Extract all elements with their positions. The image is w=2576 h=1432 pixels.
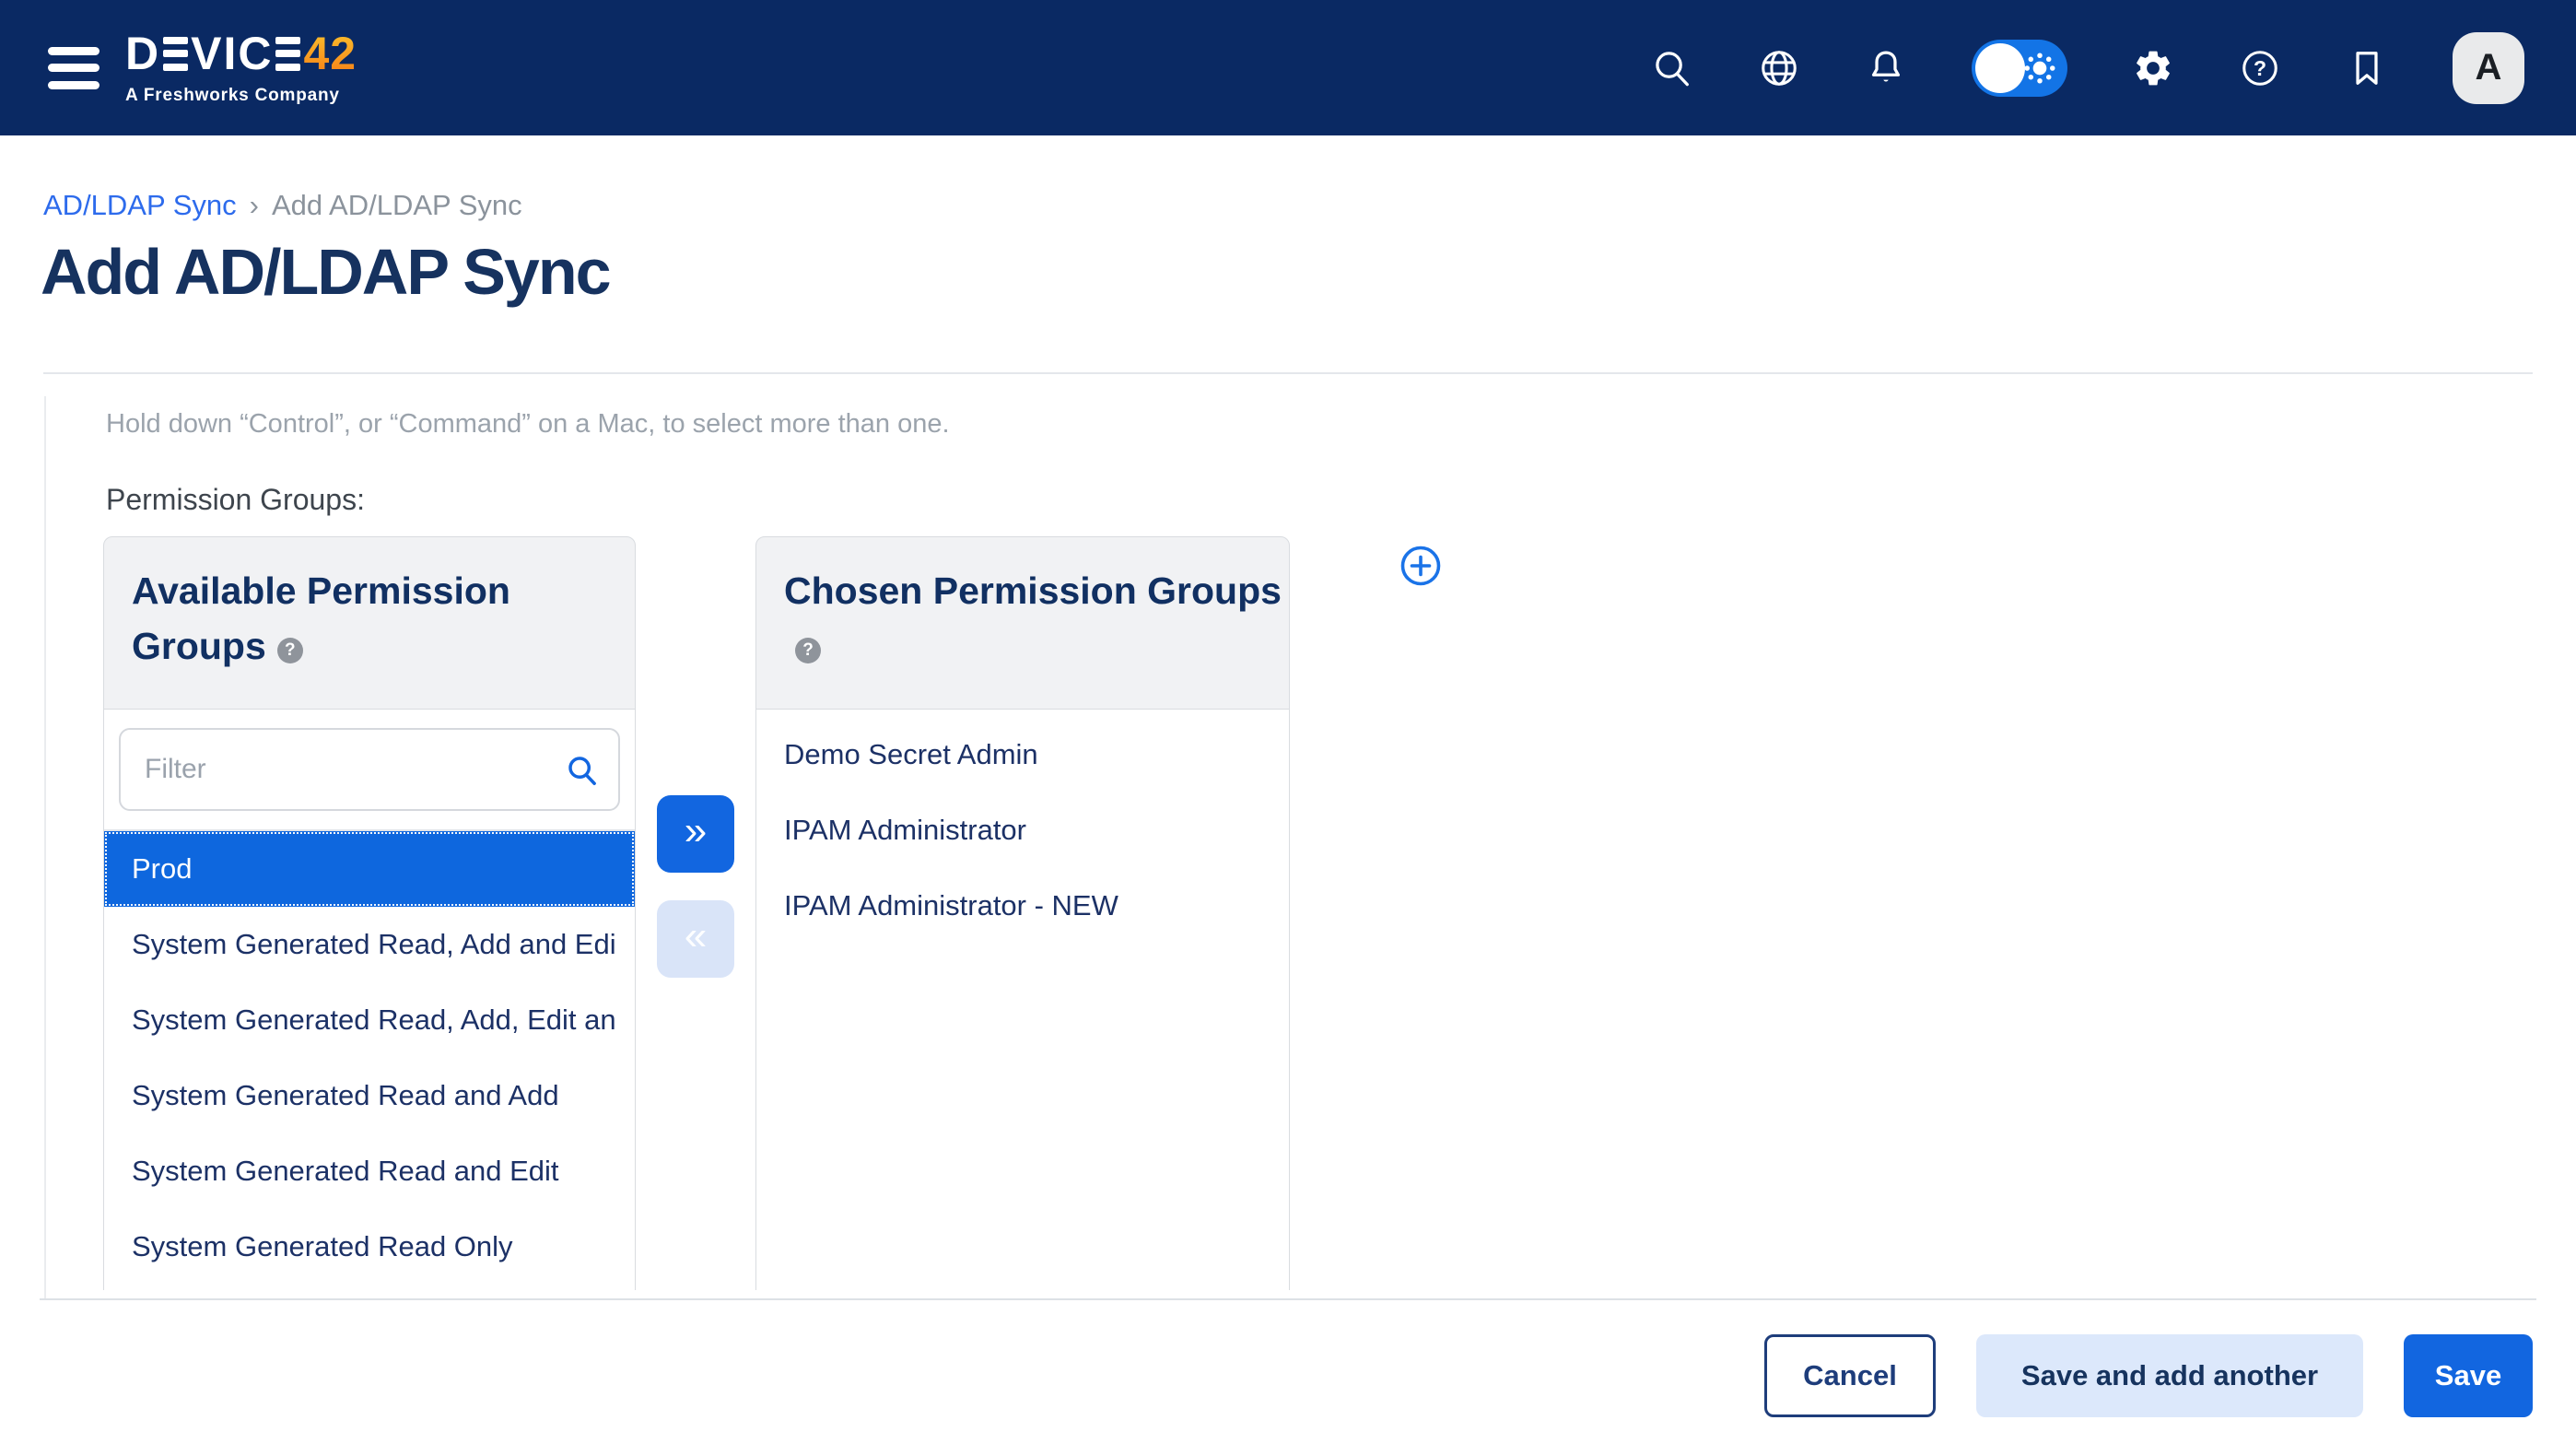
available-option[interactable]: System Generated Read, Add and Edi xyxy=(104,907,635,982)
chosen-option[interactable]: Demo Secret Admin xyxy=(756,717,1289,792)
theme-toggle[interactable] xyxy=(1972,40,2067,97)
bookmark-icon[interactable] xyxy=(2346,47,2388,89)
top-navigation-bar: D VIC 42 A Freshworks Company xyxy=(0,0,2576,135)
hamburger-menu-icon[interactable] xyxy=(48,47,100,89)
brand-logo-text: D VIC 42 xyxy=(125,29,357,77)
multiselect-hint: Hold down “Control”, or “Command” on a M… xyxy=(106,409,950,440)
breadcrumb-link[interactable]: AD/LDAP Sync xyxy=(43,189,237,222)
available-groups-listbox: Prod System Generated Read, Add and Edi … xyxy=(103,709,636,1290)
chosen-groups-title: Chosen Permission Groups xyxy=(784,569,1282,612)
available-option[interactable]: System Generated Read and Add xyxy=(104,1058,635,1133)
logo-letters-vic: VIC xyxy=(191,30,273,76)
brand-logo[interactable]: D VIC 42 A Freshworks Company xyxy=(125,29,357,106)
available-option[interactable]: System Generated Read, Add, Edit an xyxy=(104,982,635,1058)
available-options: Prod System Generated Read, Add and Edi … xyxy=(104,831,635,1285)
footer-actions: Cancel Save and add another Save xyxy=(1764,1334,2533,1417)
available-option[interactable]: System Generated Read Only xyxy=(104,1209,635,1285)
logo-number-42: 42 xyxy=(303,30,357,76)
permission-groups-label: Permission Groups: xyxy=(106,483,365,517)
available-groups-title: Available Permission Groups xyxy=(132,569,510,667)
page: D VIC 42 A Freshworks Company xyxy=(0,0,2576,1432)
form-card-left-border xyxy=(44,396,46,1298)
available-option-label: System Generated Read, Add, Edit an xyxy=(132,1004,616,1037)
toggle-knob xyxy=(1975,43,2025,93)
logo-e-bars-icon xyxy=(275,37,300,71)
globe-icon[interactable] xyxy=(1758,47,1800,89)
available-option[interactable]: System Generated Read and Edit xyxy=(104,1133,635,1209)
available-option[interactable]: Prod xyxy=(104,831,635,907)
available-help-icon[interactable]: ? xyxy=(277,638,303,663)
footer-divider xyxy=(40,1298,2536,1300)
available-option-label: System Generated Read and Add xyxy=(132,1079,559,1112)
bell-icon[interactable] xyxy=(1865,47,1907,89)
logo-e-bars-icon xyxy=(163,37,188,71)
help-question-glyph: ? xyxy=(2254,56,2266,80)
save-and-add-another-button[interactable]: Save and add another xyxy=(1976,1334,2363,1417)
brand-tagline: A Freshworks Company xyxy=(125,86,357,106)
topbar-icon-row: ? A xyxy=(1651,0,2524,135)
filter-field xyxy=(119,728,620,811)
move-right-chevrons: » xyxy=(685,808,707,854)
available-option-label: System Generated Read, Add and Edi xyxy=(132,928,616,961)
help-icon[interactable]: ? xyxy=(2239,47,2281,89)
title-divider xyxy=(43,372,2533,374)
breadcrumb-current: Add AD/LDAP Sync xyxy=(272,189,522,222)
filter-input[interactable] xyxy=(119,728,620,811)
chosen-groups-header: Chosen Permission Groups? xyxy=(755,536,1290,710)
breadcrumb-separator: › xyxy=(250,189,259,222)
move-all-left-button[interactable]: « xyxy=(657,900,734,978)
page-title: Add AD/LDAP Sync xyxy=(41,235,610,309)
chosen-option-label: Demo Secret Admin xyxy=(784,738,1038,771)
available-option-label: System Generated Read and Edit xyxy=(132,1155,559,1188)
chosen-option[interactable]: IPAM Administrator xyxy=(756,792,1289,868)
chosen-options: Demo Secret Admin IPAM Administrator IPA… xyxy=(756,717,1289,944)
move-left-chevrons: « xyxy=(685,913,707,959)
chosen-option-label: IPAM Administrator xyxy=(784,814,1026,847)
sun-icon xyxy=(2020,48,2060,88)
chosen-option-label: IPAM Administrator - NEW xyxy=(784,889,1118,922)
save-button[interactable]: Save xyxy=(2404,1334,2533,1417)
chosen-option[interactable]: IPAM Administrator - NEW xyxy=(756,868,1289,944)
available-option-label: System Generated Read Only xyxy=(132,1230,513,1263)
cancel-button[interactable]: Cancel xyxy=(1764,1334,1936,1417)
gear-icon[interactable] xyxy=(2132,47,2174,89)
available-groups-header: Available Permission Groups? xyxy=(103,536,636,710)
available-option-label: Prod xyxy=(132,852,192,886)
chosen-help-icon[interactable]: ? xyxy=(795,638,821,663)
logo-letter-d: D xyxy=(125,30,160,76)
chosen-groups-listbox: Demo Secret Admin IPAM Administrator IPA… xyxy=(755,709,1290,1290)
avatar[interactable]: A xyxy=(2453,32,2524,104)
breadcrumb: AD/LDAP Sync › Add AD/LDAP Sync xyxy=(43,189,522,222)
add-permission-group-icon[interactable] xyxy=(1399,545,1442,592)
search-icon[interactable] xyxy=(1651,47,1693,89)
move-all-right-button[interactable]: » xyxy=(657,795,734,873)
